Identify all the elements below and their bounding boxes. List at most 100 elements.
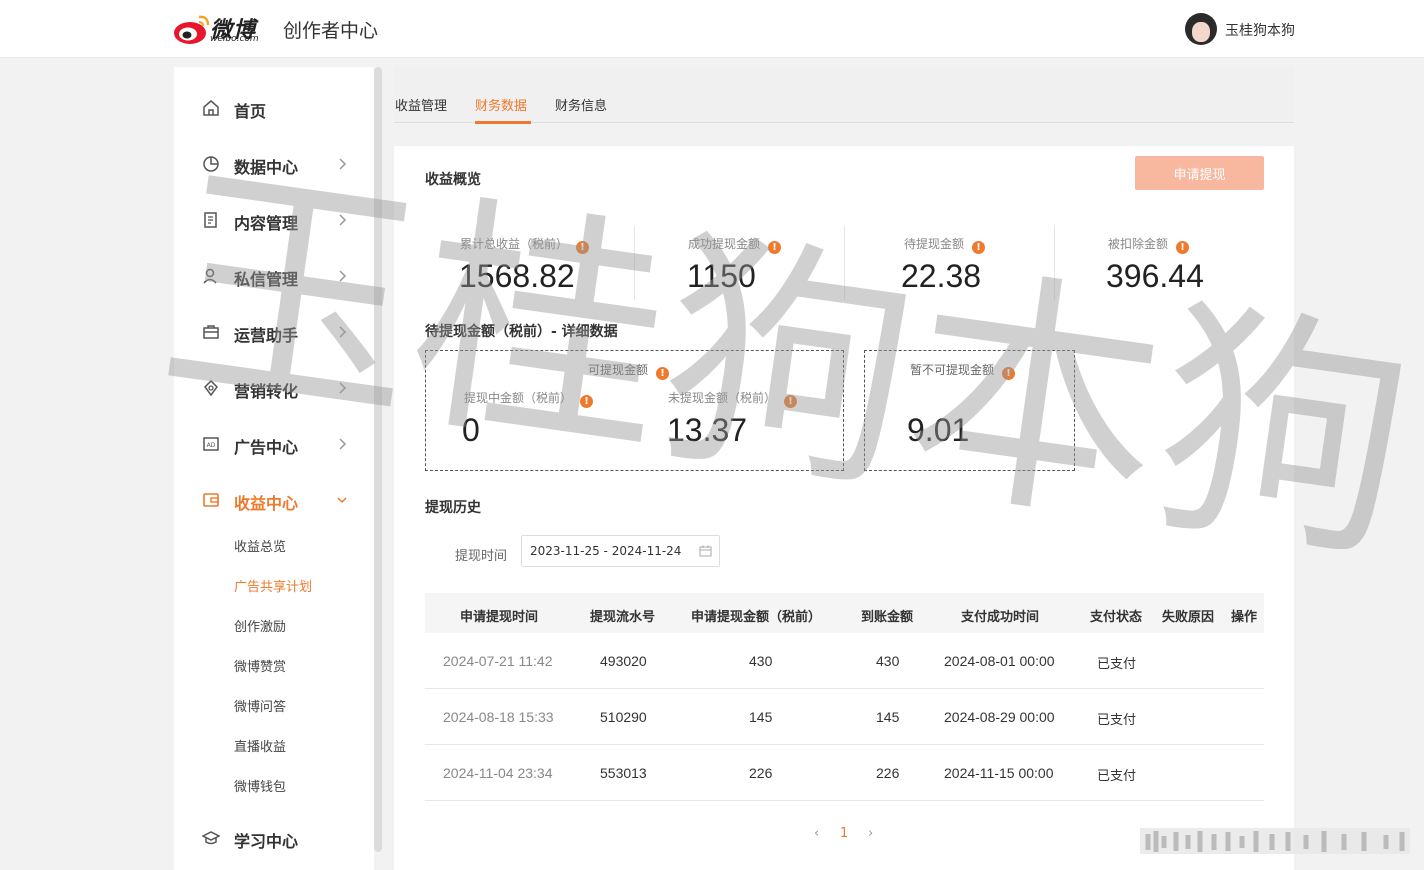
stat-label: 被扣除金额! [1108, 235, 1190, 254]
sidebar-item-operations[interactable]: 运营助手 [174, 312, 374, 352]
home-icon [203, 100, 219, 116]
avatar[interactable] [1185, 13, 1217, 45]
table-cell: 2024-08-18 15:33 [443, 709, 554, 725]
sidebar-item-ads[interactable]: AD 广告中心 [174, 424, 374, 464]
info-icon[interactable]: ! [656, 367, 670, 380]
tab-revenue-management[interactable]: 收益管理 [395, 95, 447, 114]
chevron-right-icon [339, 158, 347, 170]
sidebar-subitem-ad-sharing[interactable]: 广告共享计划 [234, 576, 312, 595]
active-tab-indicator [475, 121, 531, 124]
column-header: 支付成功时间 [961, 610, 1040, 625]
sidebar-item-label: 数据中心 [234, 158, 299, 177]
stat-deducted-amount: 396.44 [1106, 258, 1204, 294]
info-icon[interactable]: ! [1002, 367, 1016, 380]
info-icon[interactable]: ! [784, 395, 798, 408]
table-row: 2024-07-21 11:42 493020 430 430 2024-08-… [425, 633, 1264, 689]
sidebar-item-label: 营销转化 [234, 382, 299, 401]
page-number[interactable]: 1 [840, 826, 848, 841]
stat-label: 待提现金额! [904, 235, 986, 254]
sidebar-scrollbar[interactable] [374, 67, 382, 852]
table-cell: 430 [749, 653, 773, 669]
graduation-cap-icon [202, 831, 220, 845]
column-header: 提现流水号 [590, 610, 656, 625]
document-icon [204, 212, 217, 228]
stat-pending-amount: 22.38 [901, 258, 982, 294]
table-header: 申请提现时间 提现流水号 申请提现金额（税前） 到账金额 支付成功时间 支付状态… [425, 593, 1264, 633]
tab-financial-data[interactable]: 财务数据 [475, 95, 527, 114]
stat-label: 成功提现金额! [688, 235, 782, 254]
divider [1054, 226, 1055, 300]
table-cell: 2024-08-29 00:00 [944, 709, 1055, 725]
sidebar-item-revenue[interactable]: 收益中心 [174, 480, 374, 520]
sidebar-item-messages[interactable]: 私信管理 [174, 256, 374, 296]
detail-title: 待提现金额（税前）- 详细数据 [425, 324, 618, 340]
sidebar-item-label: 首页 [234, 102, 267, 121]
user-message-icon [203, 268, 217, 284]
divider [844, 226, 845, 300]
sidebar-subitem-wallet[interactable]: 微博钱包 [234, 776, 286, 795]
sidebar-subitem-revenue-overview[interactable]: 收益总览 [234, 536, 286, 555]
table-cell: 145 [749, 709, 773, 725]
column-header: 申请提现金额（税前） [691, 610, 822, 625]
table-row: 2024-08-18 15:33 510290 145 145 2024-08-… [425, 689, 1264, 745]
info-icon[interactable]: ! [580, 395, 594, 408]
sidebar-item-content[interactable]: 内容管理 [174, 200, 374, 240]
column-header: 失败原因 [1162, 610, 1215, 625]
not-withdrawn-value: 13.37 [667, 412, 748, 448]
table-cell: 145 [876, 709, 900, 725]
divider [634, 226, 635, 300]
chevron-right-icon [339, 270, 347, 282]
unavailable-title: 暂不可提现金额! [910, 361, 1016, 380]
info-icon[interactable]: ! [576, 241, 590, 254]
next-page-icon[interactable]: › [868, 826, 873, 841]
chevron-right-icon [339, 326, 347, 338]
info-icon[interactable]: ! [972, 241, 986, 254]
briefcase-icon [203, 325, 219, 339]
tab-bar: 收益管理 财务数据 财务信息 [394, 67, 1294, 123]
corner-watermark-icon [1140, 828, 1410, 854]
sidebar-subitem-live-revenue[interactable]: 直播收益 [234, 736, 286, 755]
sidebar-item-data-center[interactable]: 数据中心 [174, 144, 374, 184]
sidebar-item-learning[interactable]: 学习中心 [174, 818, 374, 858]
sidebar-item-home[interactable]: 首页 [174, 88, 374, 128]
apply-withdrawal-button[interactable]: 申请提现 [1135, 156, 1264, 190]
table-cell: 226 [749, 765, 773, 781]
table-cell: 已支付 [1097, 712, 1137, 727]
withdrawable-title: 可提现金额! [588, 361, 670, 380]
sidebar-subitem-tips[interactable]: 微博赞赏 [234, 656, 286, 675]
prev-page-icon[interactable]: ‹ [814, 826, 819, 841]
column-header: 申请提现时间 [460, 610, 539, 625]
unavailable-value: 9.01 [907, 412, 970, 448]
app-title: 创作者中心 [283, 20, 379, 42]
in-progress-value: 0 [462, 412, 480, 448]
table-cell: 226 [876, 765, 900, 781]
stat-label: 累计总收益（税前）! [460, 235, 590, 254]
column-header: 操作 [1231, 610, 1258, 625]
stat-withdrawn-amount: 1150 [687, 258, 756, 294]
date-range-value: 2023-11-25 - 2024-11-24 [530, 544, 682, 558]
sidebar-item-label: 学习中心 [234, 832, 299, 851]
ad-icon: AD [203, 437, 219, 451]
date-range-input[interactable]: 2023-11-25 - 2024-11-24 [521, 535, 720, 567]
date-label: 提现时间 [455, 549, 508, 564]
pie-chart-icon [203, 156, 219, 172]
info-icon[interactable]: ! [1176, 241, 1190, 254]
table-cell: 553013 [600, 765, 647, 781]
sidebar-subitem-qa[interactable]: 微博问答 [234, 696, 286, 715]
tab-financial-info[interactable]: 财务信息 [555, 95, 607, 114]
table-cell: 已支付 [1097, 656, 1137, 671]
table-cell: 2024-07-21 11:42 [443, 653, 553, 669]
marketing-icon [204, 379, 218, 397]
calendar-icon[interactable] [699, 545, 712, 557]
sidebar-item-marketing[interactable]: 营销转化 [174, 368, 374, 408]
table-cell: 已支付 [1097, 768, 1137, 783]
in-progress-label: 提现中金额（税前）! [464, 389, 594, 408]
info-icon[interactable]: ! [768, 241, 782, 254]
sidebar-subitem-creator-incentive[interactable]: 创作激励 [234, 616, 286, 635]
table-row: 2024-11-04 23:34 553013 226 226 2024-11-… [425, 745, 1264, 801]
user-name[interactable]: 玉桂狗本狗 [1225, 20, 1295, 40]
overview-title: 收益概览 [425, 172, 481, 188]
chevron-right-icon [339, 214, 347, 226]
top-bar: 微博 weibo.com 创作者中心 玉桂狗本狗 [0, 0, 1424, 58]
sidebar: 首页 数据中心 内容管理 私信管理 运营助手 营销转化 AD 广告中心 收益中心… [174, 67, 374, 870]
